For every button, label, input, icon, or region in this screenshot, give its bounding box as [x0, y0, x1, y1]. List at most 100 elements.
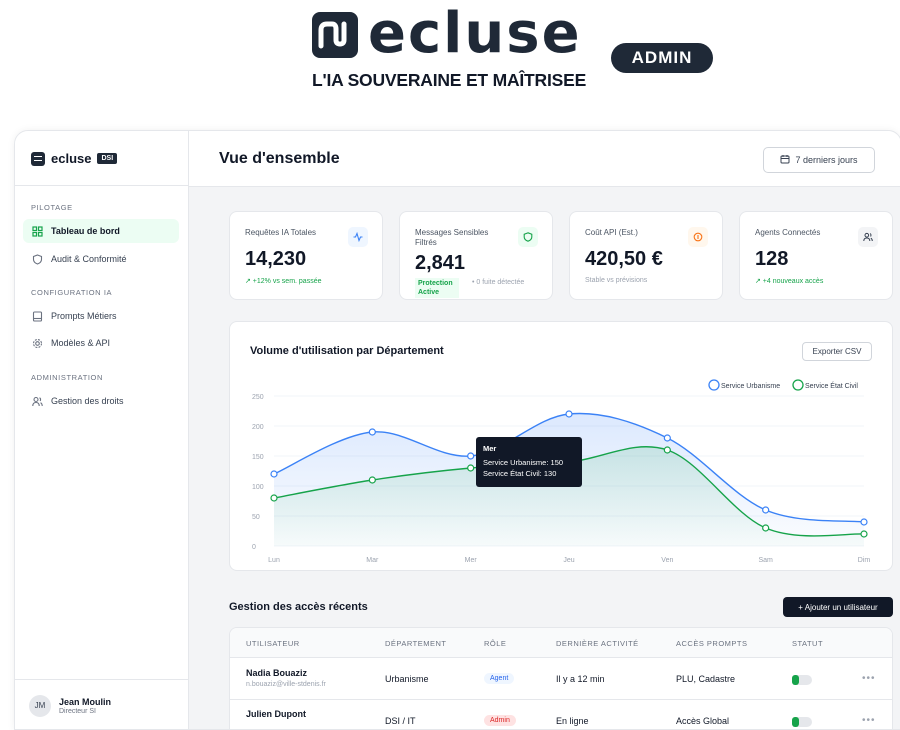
add-user-button[interactable]: + Ajouter un utilisateur	[783, 597, 893, 617]
last-activity: En ligne	[556, 716, 589, 726]
sidebar-item-prompts[interactable]: Prompts Métiers	[23, 304, 179, 328]
sidebar-logo-text: ecluse	[51, 151, 92, 166]
role-badge: Admin	[484, 715, 516, 726]
column-header[interactable]: DERNIÈRE ACTIVITÉ	[556, 639, 639, 648]
sidebar-item-gestion-droits[interactable]: Gestion des droits	[23, 389, 179, 413]
y-tick-label: 250	[252, 394, 264, 401]
kpi-title: Coût API (Est.)	[585, 228, 638, 237]
sidebar-item-audit[interactable]: Audit & Conformité	[23, 247, 179, 271]
department: DSI / IT	[385, 716, 416, 726]
coin-icon	[688, 227, 708, 247]
ecluse-logo-icon	[312, 12, 358, 58]
usage-chart: 0 50 100 150 200 250 Lun Mar Mer Jeu Ven Sam Dim Serv…	[252, 379, 870, 564]
prompt-access: PLU, Cadastre	[676, 674, 736, 684]
export-csv-button[interactable]: Exporter CSV	[802, 342, 872, 361]
kpi-value: 128	[755, 248, 789, 270]
column-header[interactable]: STATUT	[792, 639, 823, 648]
leak-status: • 0 fuite détectée	[472, 279, 525, 286]
current-user[interactable]: JM Jean Moulin Directeur SI	[15, 679, 189, 729]
access-table-title: Gestion des accès récents	[229, 601, 368, 613]
grid-icon	[32, 225, 43, 237]
users-icon	[32, 396, 43, 407]
dsi-badge: DSI	[97, 153, 118, 164]
page-title: Vue d'ensemble	[219, 150, 340, 167]
more-icon[interactable]: •••	[862, 715, 876, 726]
y-tick-label: 200	[252, 424, 264, 431]
kpi-card-requetes: Requêtes IA Totales 14,230 ↗ +12% vs sem…	[229, 211, 383, 300]
kpi-trend: ↗ +4 nouveaux accès	[755, 278, 824, 285]
calendar-icon	[780, 154, 790, 166]
sidebar-divider	[15, 185, 189, 186]
kpi-value: 2,841	[415, 252, 466, 274]
logo-icon	[31, 151, 45, 166]
brand-tagline: L'IA SOUVERAINE ET MAÎTRISEE	[312, 70, 587, 90]
protection-badge: Protection Active	[415, 278, 459, 298]
y-tick-label: 150	[252, 454, 264, 461]
x-tick-label: Sam	[758, 557, 773, 564]
user-name: Julien Dupont	[246, 709, 306, 719]
table-row[interactable]: Julien Dupont DSI / IT Admin En ligne Ac…	[230, 700, 892, 729]
kpi-title: Agents Connectés	[755, 228, 821, 237]
section-configuration-ia: CONFIGURATION IA	[31, 288, 113, 297]
data-point	[762, 524, 770, 532]
period-selector[interactable]: 7 derniers jours	[763, 147, 875, 173]
tooltip-title: Mer	[483, 444, 496, 453]
data-point	[860, 518, 868, 526]
legend-marker	[792, 379, 804, 391]
x-tick-label: Ven	[661, 557, 673, 564]
chart-title: Volume d'utilisation par Département	[250, 345, 444, 357]
data-point	[270, 494, 278, 502]
data-point	[270, 470, 278, 478]
role-badge: Agent	[484, 673, 515, 684]
department: Urbanisme	[385, 674, 429, 684]
sidebar-logo[interactable]: ecluse DSI	[31, 151, 118, 166]
legend-marker	[708, 379, 720, 391]
shield-icon	[518, 227, 538, 247]
kpi-trend: ↗ +12% vs sem. passée	[245, 278, 322, 285]
column-header[interactable]: DÉPARTEMENT	[385, 639, 446, 648]
column-header[interactable]: RÔLE	[484, 639, 506, 648]
shield-icon	[32, 253, 43, 265]
data-point	[860, 530, 868, 538]
legend-label: Service Urbanisme	[721, 383, 780, 390]
tooltip-line: Service État Civil: 130	[483, 469, 556, 478]
app-window: ecluse DSI PILOTAGE Tableau de bord Audi…	[14, 130, 900, 730]
x-tick-label: Lun	[268, 557, 280, 564]
access-table: UTILISATEUR DÉPARTEMENT RÔLE DERNIÈRE AC…	[229, 627, 893, 729]
data-point	[368, 428, 376, 436]
table-row[interactable]: Nadia Bouaziz n.bouaziz@ville-stdenis.fr…	[230, 658, 892, 700]
more-icon[interactable]: •••	[862, 673, 876, 684]
status-toggle[interactable]	[792, 675, 812, 685]
book-icon	[32, 310, 43, 322]
kpi-card-agents: Agents Connectés 128 ↗ +4 nouveaux accès	[739, 211, 893, 300]
brand-header: ecluse ADMIN L'IA SOUVERAINE ET MAÎTRISE…	[0, 0, 900, 120]
column-header[interactable]: ACCÈS PROMPTS	[676, 639, 748, 648]
brand-name: ecluse	[368, 1, 582, 66]
sidebar-item-label: Tableau de bord	[51, 226, 120, 236]
data-point	[762, 506, 770, 514]
sidebar-item-label: Modèles & API	[51, 338, 111, 348]
kpi-title: Requêtes IA Totales	[245, 228, 317, 237]
sidebar-item-label: Prompts Métiers	[51, 311, 117, 321]
user-name: Nadia Bouaziz	[246, 668, 308, 678]
tooltip-line: Service Urbanisme: 150	[483, 458, 563, 467]
legend-label: Service État Civil	[805, 381, 858, 390]
sidebar-item-label: Audit & Conformité	[51, 254, 127, 264]
data-point	[565, 410, 573, 418]
sidebar-item-tableau-de-bord[interactable]: Tableau de bord	[23, 219, 179, 243]
data-point	[467, 464, 475, 472]
usage-chart-card: 0 50 100 150 200 250 Lun Mar Mer Jeu Ven Sam Dim Serv…	[229, 321, 893, 571]
sidebar-item-modeles[interactable]: Modèles & API	[23, 331, 179, 355]
user-role: Directeur SI	[59, 707, 96, 715]
kpi-value: 420,50 €	[585, 248, 663, 270]
users-icon	[858, 227, 878, 247]
topbar: Vue d'ensemble 7 derniers jours	[189, 131, 900, 187]
column-header[interactable]: UTILISATEUR	[246, 639, 300, 648]
user-name: Jean Moulin	[59, 696, 112, 707]
kpi-value: 14,230	[245, 248, 307, 270]
kpi-title: Messages Sensibles Filtrés	[415, 228, 489, 247]
data-point	[467, 452, 475, 460]
avatar: JM	[29, 694, 51, 717]
data-point	[368, 476, 376, 484]
last-activity: Il y a 12 min	[556, 674, 605, 684]
